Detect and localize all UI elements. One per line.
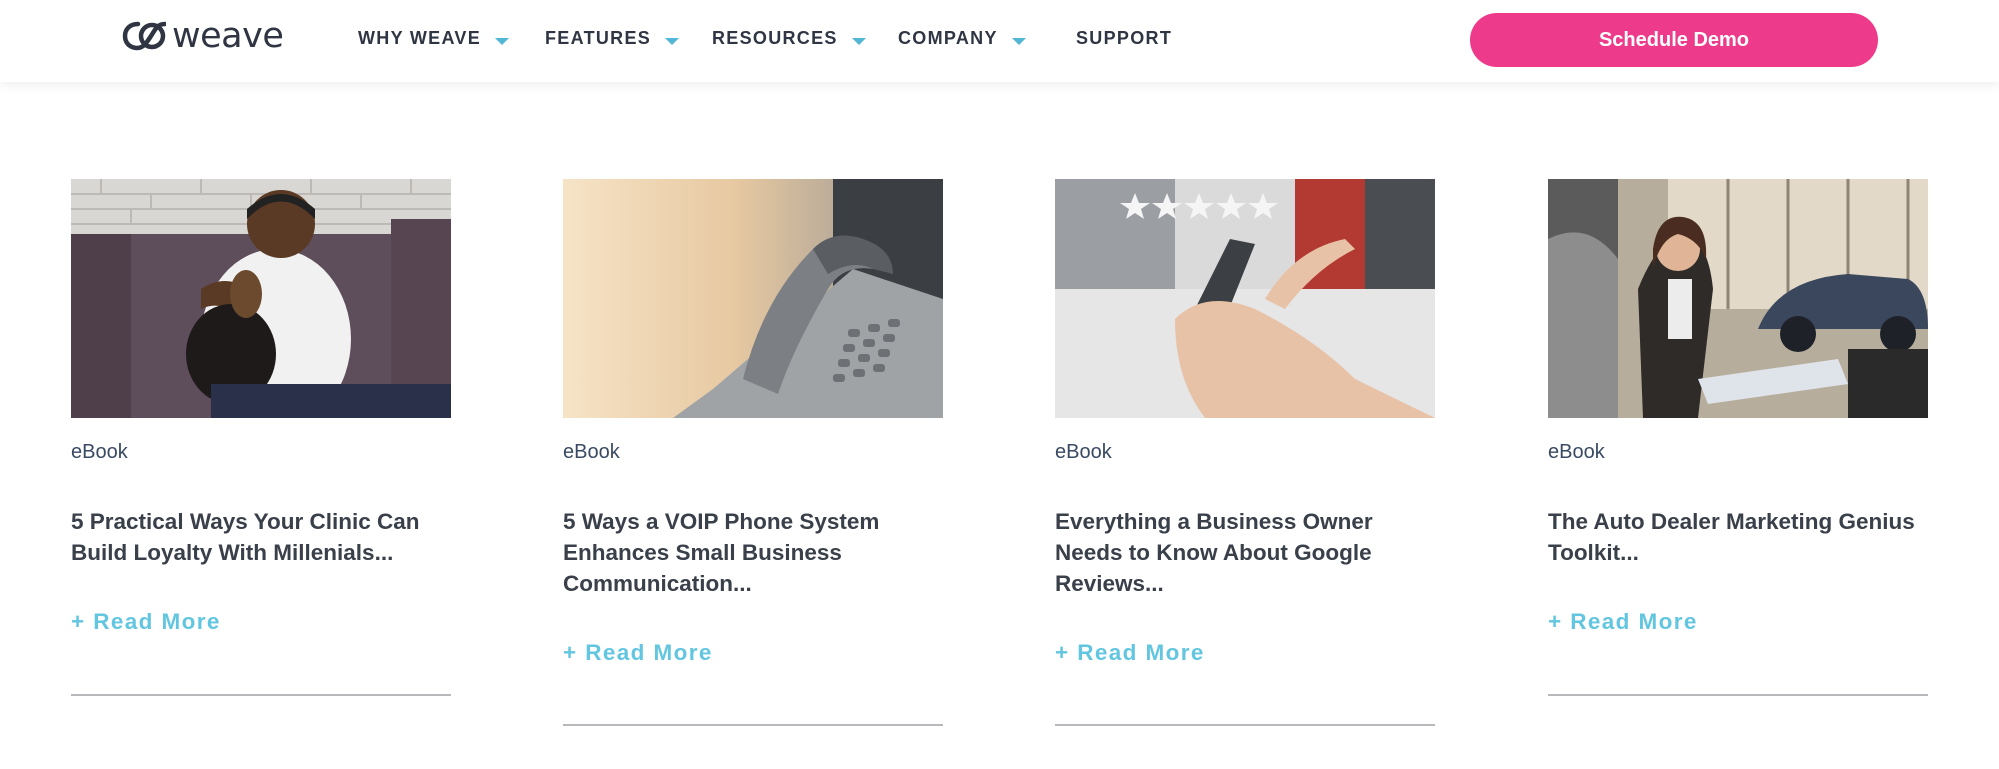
- card-divider: [71, 694, 451, 696]
- nav-label: RESOURCES: [712, 27, 838, 48]
- desk-phone-photo[interactable]: [563, 179, 943, 418]
- resource-card: eBook The Auto Dealer Marketing Genius T…: [1548, 179, 1928, 696]
- card-title[interactable]: The Auto Dealer Marketing Genius Toolkit…: [1548, 506, 1928, 568]
- smartphone-review-photo[interactable]: [1055, 179, 1435, 418]
- card-type-label: eBook: [563, 441, 620, 463]
- nav-why-weave[interactable]: WHY WEAVE: [358, 24, 510, 52]
- logo-text: weave: [172, 16, 284, 56]
- card-title[interactable]: Everything a Business Owner Needs to Kno…: [1055, 506, 1435, 599]
- car-dealership-photo[interactable]: [1548, 179, 1928, 418]
- nav-support[interactable]: SUPPORT: [1076, 24, 1172, 52]
- chevron-down-icon: [1011, 37, 1026, 45]
- card-type-label: eBook: [71, 441, 128, 463]
- weave-logo[interactable]: weave: [122, 16, 284, 56]
- read-more-link[interactable]: + Read More: [563, 640, 713, 666]
- resource-card: eBook 5 Practical Ways Your Clinic Can B…: [71, 179, 451, 696]
- nav-resources[interactable]: RESOURCES: [712, 24, 866, 52]
- card-divider: [563, 724, 943, 726]
- card-divider: [1055, 724, 1435, 726]
- read-more-link[interactable]: + Read More: [71, 609, 221, 635]
- nav-features[interactable]: FEATURES: [545, 24, 680, 52]
- card-type-label: eBook: [1548, 441, 1605, 463]
- card-title[interactable]: 5 Practical Ways Your Clinic Can Build L…: [71, 506, 451, 568]
- chevron-down-icon: [851, 37, 866, 45]
- nav-company[interactable]: COMPANY: [898, 24, 1026, 52]
- nav-label: FEATURES: [545, 27, 652, 48]
- card-type-label: eBook: [1055, 441, 1112, 463]
- resource-card: eBook 5 Ways a VOIP Phone System Enhance…: [563, 179, 943, 726]
- site-header: weave WHY WEAVE FEATURES RESOURCES COMPA…: [0, 0, 1999, 82]
- read-more-link[interactable]: + Read More: [1548, 609, 1698, 635]
- nav-label: WHY WEAVE: [358, 27, 482, 48]
- nav-label: COMPANY: [898, 27, 998, 48]
- resource-card: eBook Everything a Business Owner Needs …: [1055, 179, 1435, 726]
- read-more-link[interactable]: + Read More: [1055, 640, 1205, 666]
- card-divider: [1548, 694, 1928, 696]
- card-image: [1055, 179, 1435, 418]
- chevron-down-icon: [495, 37, 510, 45]
- card-image: [1548, 179, 1928, 418]
- card-title[interactable]: 5 Ways a VOIP Phone System Enhances Smal…: [563, 506, 943, 599]
- nav-label: SUPPORT: [1076, 27, 1173, 48]
- weave-logo-mark-icon: [122, 21, 166, 51]
- schedule-demo-button[interactable]: Schedule Demo: [1470, 13, 1878, 67]
- man-with-dog-photo[interactable]: [71, 179, 451, 418]
- card-image: [71, 179, 451, 418]
- card-image: [563, 179, 943, 418]
- chevron-down-icon: [665, 37, 680, 45]
